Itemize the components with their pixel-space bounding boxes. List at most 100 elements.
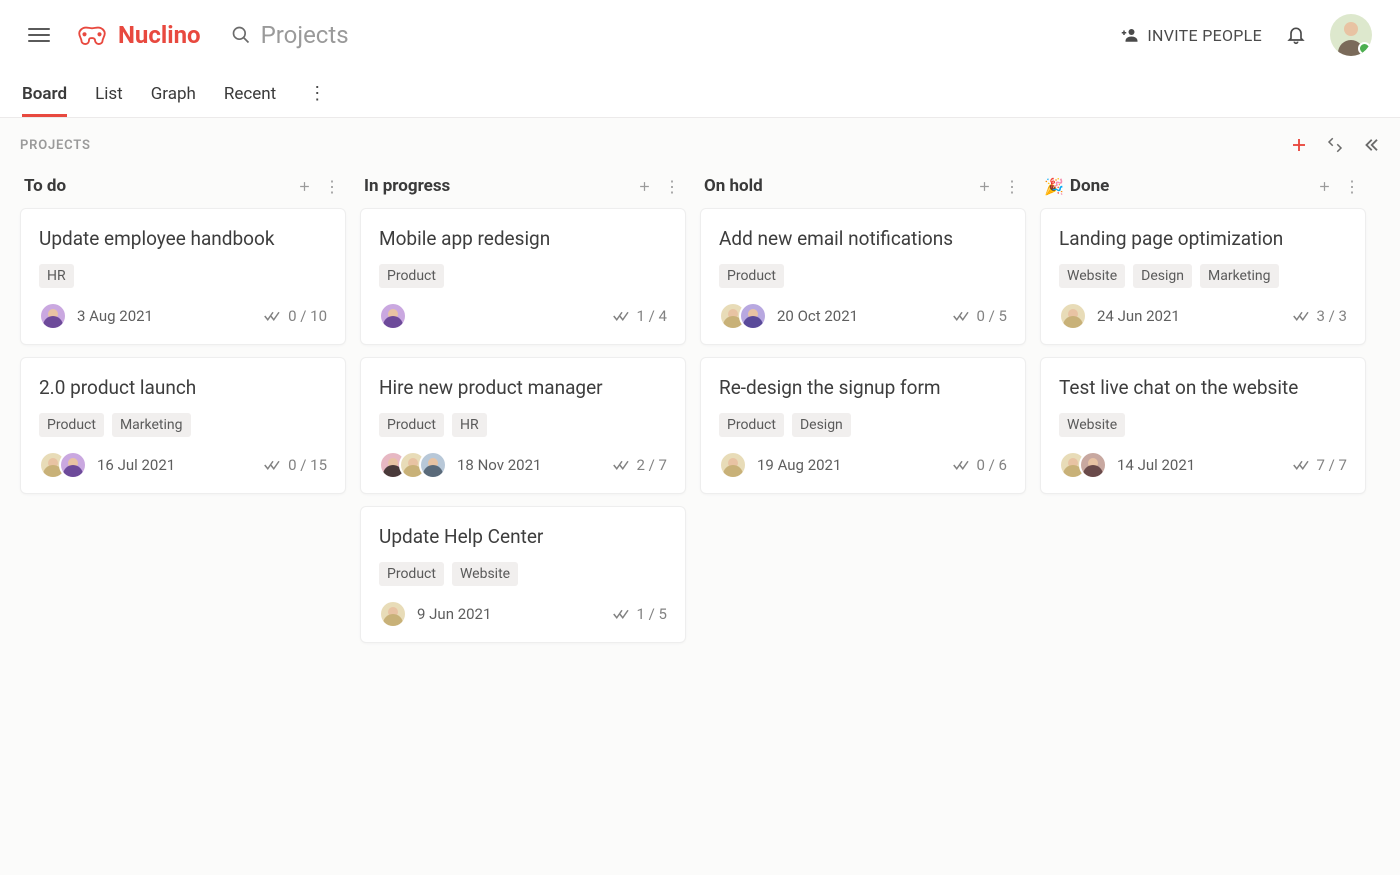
card-footer: 24 Jun 2021 3 / 3 [1059, 302, 1347, 330]
column-more-icon[interactable]: ⋮ [1004, 178, 1020, 194]
search-placeholder: Projects [261, 21, 349, 49]
board-actions [1290, 136, 1380, 154]
card-tags: ProductDesign [719, 413, 1007, 437]
cards-list: Update employee handbookHR3 Aug 20210 / … [20, 208, 346, 494]
card[interactable]: Add new email notificationsProduct20 Oct… [700, 208, 1026, 345]
search-input[interactable]: Projects [231, 21, 1122, 49]
column-title[interactable]: To do [24, 176, 66, 196]
column-more-icon[interactable]: ⋮ [664, 178, 680, 194]
brand-name: Nuclino [118, 21, 201, 49]
tag: Product [379, 413, 444, 437]
card-title: Re-design the signup form [719, 376, 1007, 399]
tab-graph[interactable]: Graph [151, 70, 196, 117]
card-title: Test live chat on the website [1059, 376, 1347, 399]
tag: Marketing [112, 413, 191, 437]
card-footer-left [379, 302, 407, 330]
column-header: On hold ⋮ [700, 172, 1026, 208]
collapse-icon[interactable] [1326, 136, 1344, 154]
card-checklist: 3 / 3 [1293, 307, 1348, 325]
card-footer-left: 16 Jul 2021 [39, 451, 175, 479]
card-footer-left: 20 Oct 2021 [719, 302, 858, 330]
column-add-icon[interactable] [296, 178, 312, 194]
checklist-count: 3 / 3 [1317, 307, 1348, 325]
card[interactable]: Update employee handbookHR3 Aug 20210 / … [20, 208, 346, 345]
checklist-count: 2 / 7 [637, 456, 668, 474]
avatar [59, 451, 87, 479]
column-title-text: On hold [704, 176, 763, 196]
column-title[interactable]: 🎉Done [1044, 176, 1109, 196]
card-footer: 14 Jul 2021 7 / 7 [1059, 451, 1347, 479]
card-footer: 9 Jun 2021 1 / 5 [379, 600, 667, 628]
card-footer-left: 18 Nov 2021 [379, 451, 541, 479]
invite-people-button[interactable]: INVITE PEOPLE [1121, 26, 1262, 45]
tag: Product [379, 562, 444, 586]
checklist-count: 0 / 15 [288, 456, 327, 474]
checklist-count: 1 / 4 [637, 307, 668, 325]
column-header: In progress ⋮ [360, 172, 686, 208]
card[interactable]: Landing page optimization WebsiteDesignMa… [1040, 208, 1366, 345]
avatar [39, 302, 67, 330]
column-add-icon[interactable] [1316, 178, 1332, 194]
card-footer: 20 Oct 20210 / 5 [719, 302, 1007, 330]
column-tools: ⋮ [1316, 178, 1360, 194]
card-avatars [719, 451, 747, 479]
card-tags: Product [379, 264, 667, 288]
card-avatars [39, 451, 87, 479]
column-title-text: To do [24, 176, 66, 196]
column-add-icon[interactable] [976, 178, 992, 194]
menu-button[interactable] [28, 24, 50, 46]
card-footer-left: 9 Jun 2021 [379, 600, 491, 628]
tag: HR [452, 413, 487, 437]
tab-board[interactable]: Board [22, 70, 67, 117]
notifications-icon[interactable] [1286, 25, 1306, 45]
column-more-icon[interactable]: ⋮ [324, 178, 340, 194]
tab-more-icon[interactable]: ⋮ [304, 83, 330, 104]
card-tags: WebsiteDesignMarketing [1059, 264, 1347, 288]
checklist-count: 7 / 7 [1317, 456, 1348, 474]
view-tabs: Board List Graph Recent ⋮ [0, 70, 1400, 118]
card-title: Landing page optimization [1059, 227, 1347, 250]
cards-list: Add new email notificationsProduct20 Oct… [700, 208, 1026, 494]
brain-icon [74, 23, 110, 47]
card-date: 16 Jul 2021 [97, 456, 175, 474]
card-footer: 19 Aug 20210 / 6 [719, 451, 1007, 479]
tab-list[interactable]: List [95, 70, 123, 117]
card-avatars [379, 451, 447, 479]
card-tags: Product Marketing [39, 413, 327, 437]
card[interactable]: Test live chat on the websiteWebsite14 J… [1040, 357, 1366, 494]
column-header: To do ⋮ [20, 172, 346, 208]
card[interactable]: Hire new product managerProductHR18 Nov … [360, 357, 686, 494]
card[interactable]: 2.0 product launchProductMarketing16 Jul… [20, 357, 346, 494]
card-date: 24 Jun 2021 [1097, 307, 1180, 325]
user-avatar[interactable] [1330, 14, 1372, 56]
card-date: 14 Jul 2021 [1117, 456, 1195, 474]
card-checklist: 1 / 5 [613, 605, 668, 623]
tag: Marketing [1200, 264, 1279, 288]
brand-logo[interactable]: Nuclino [74, 21, 201, 49]
card[interactable]: Mobile app redesignProduct1 / 4 [360, 208, 686, 345]
board-title: PROJECTS [20, 138, 91, 153]
card-footer-left: 24 Jun 2021 [1059, 302, 1180, 330]
checklist-count: 1 / 5 [637, 605, 668, 623]
column-title[interactable]: In progress [364, 176, 450, 196]
column-title-text: In progress [364, 176, 450, 196]
tab-recent[interactable]: Recent [224, 70, 276, 117]
search-icon [231, 25, 251, 45]
avatar [1079, 451, 1107, 479]
tag: Product [719, 413, 784, 437]
tag: Product [39, 413, 104, 437]
card[interactable]: Re-design the signup form ProductDesign 19… [700, 357, 1026, 494]
column-add-icon[interactable] [636, 178, 652, 194]
add-person-icon [1121, 26, 1139, 44]
card-tags: Product HR [379, 413, 667, 437]
card[interactable]: Update Help CenterProductWebsite9 Jun 20… [360, 506, 686, 643]
add-column-icon[interactable] [1290, 136, 1308, 154]
cards-list: Landing page optimization WebsiteDesignMa… [1040, 208, 1366, 494]
column-title[interactable]: On hold [704, 176, 763, 196]
hide-panel-icon[interactable] [1362, 136, 1380, 154]
card-title: Update employee handbook [39, 227, 327, 250]
column: In progress⋮Mobile app redesignProduct1 … [360, 172, 686, 643]
card-avatars [39, 302, 67, 330]
column-more-icon[interactable]: ⋮ [1344, 178, 1360, 194]
tag: Product [719, 264, 784, 288]
